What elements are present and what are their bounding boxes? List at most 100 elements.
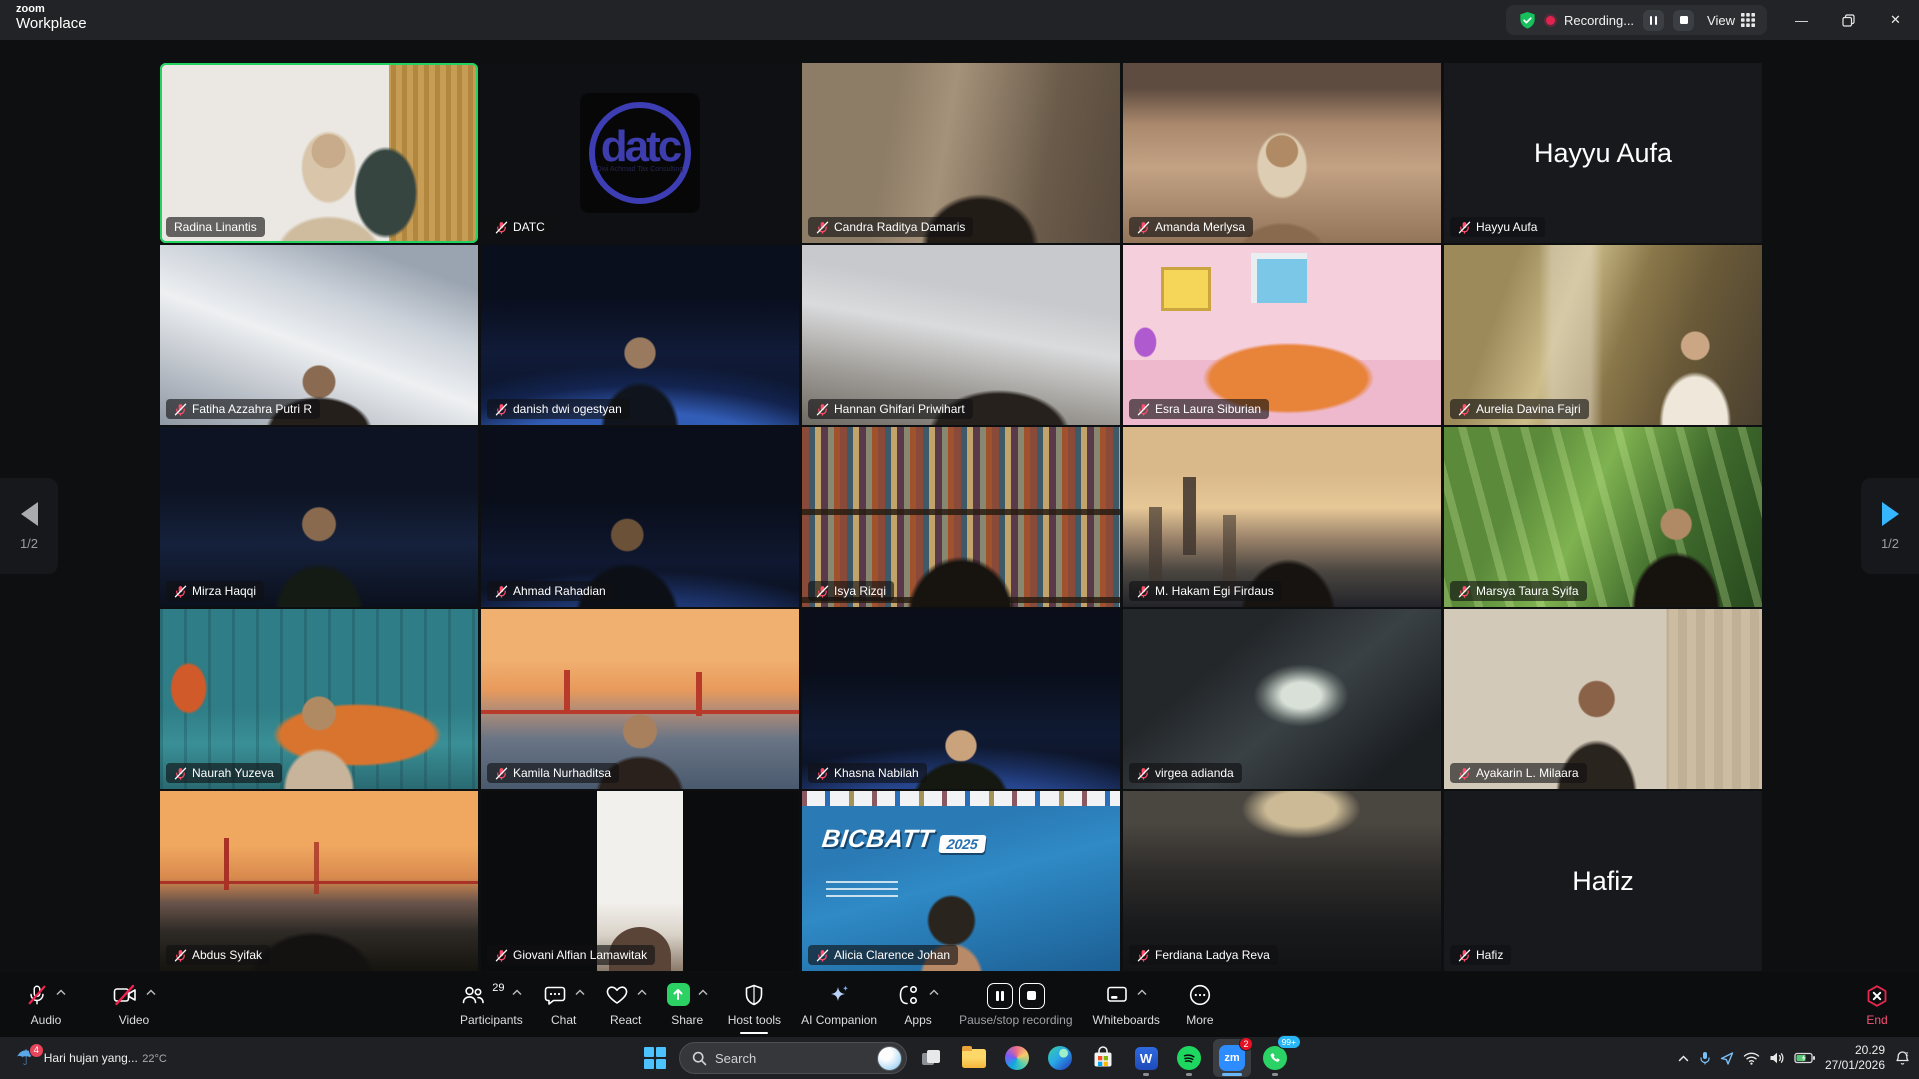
video-tile[interactable]: Hayyu Aufa Hayyu Aufa xyxy=(1444,63,1762,243)
volume-icon[interactable] xyxy=(1769,1051,1785,1065)
pause-recording-button[interactable] xyxy=(1643,10,1664,31)
video-tile[interactable]: Ayakarin L. Milaara xyxy=(1444,609,1762,789)
video-tile[interactable]: Naurah Yuzeva xyxy=(160,609,478,789)
tray-mic-in-use-icon[interactable] xyxy=(1699,1051,1711,1065)
video-tile[interactable]: danish dwi ogestyan xyxy=(481,245,799,425)
react-caret-icon[interactable] xyxy=(637,989,647,996)
zoom-app-button[interactable]: zm 2 xyxy=(1213,1039,1251,1077)
muted-mic-icon xyxy=(816,221,829,234)
poster-badge: 2025 xyxy=(939,835,986,853)
name-tag: Isya Rizqi xyxy=(808,581,894,601)
react-button[interactable]: React xyxy=(597,972,655,1037)
video-tile[interactable]: M. Hakam Egi Firdaus xyxy=(1123,427,1441,607)
wifi-icon[interactable] xyxy=(1743,1051,1760,1065)
video-tile[interactable]: Kamila Nurhaditsa xyxy=(481,609,799,789)
apps-button[interactable]: Apps xyxy=(889,972,947,1037)
whiteboards-caret-icon[interactable] xyxy=(1137,989,1147,996)
video-tile[interactable]: Mirza Haqqi xyxy=(160,427,478,607)
video-tile[interactable]: Amanda Merlysa xyxy=(1123,63,1441,243)
more-label: More xyxy=(1186,1013,1213,1027)
task-view-button[interactable] xyxy=(912,1039,950,1077)
video-tile[interactable]: Hafiz Hafiz xyxy=(1444,791,1762,971)
video-tile[interactable]: Candra Raditya Damaris xyxy=(802,63,1120,243)
stop-recording-button[interactable] xyxy=(1673,10,1694,31)
video-tile[interactable]: Khasna Nabilah xyxy=(802,609,1120,789)
name-tag: Giovani Alfian Lamawitak xyxy=(487,945,655,965)
video-options-caret-icon[interactable] xyxy=(146,989,156,996)
minimize-button[interactable]: — xyxy=(1778,0,1825,40)
more-button[interactable]: More xyxy=(1172,972,1228,1037)
chat-label: Chat xyxy=(551,1013,576,1027)
video-tile[interactable]: Hannan Ghifari Priwihart xyxy=(802,245,1120,425)
participants-button[interactable]: 29 Participants xyxy=(452,972,531,1037)
restore-button[interactable] xyxy=(1825,0,1872,40)
video-tile[interactable]: datc Dwi Achmad Tax Consulting DATC xyxy=(481,63,799,243)
copilot-icon xyxy=(1005,1046,1029,1070)
tray-chevron-icon[interactable] xyxy=(1677,1052,1690,1065)
notification-bell-icon[interactable]: z xyxy=(1894,1050,1911,1067)
participant-name-label: Ayakarin L. Milaara xyxy=(1476,766,1579,780)
copilot-button[interactable] xyxy=(998,1039,1036,1077)
meeting-toolbar: Audio Video xyxy=(0,972,1919,1037)
muted-mic-icon xyxy=(495,221,508,234)
tray-date: 27/01/2026 xyxy=(1825,1058,1885,1072)
whiteboards-button[interactable]: Whiteboards xyxy=(1085,972,1168,1037)
recording-status-pill: Recording... View xyxy=(1506,5,1767,35)
start-button[interactable] xyxy=(636,1039,674,1077)
next-page-button[interactable]: 1/2 xyxy=(1861,478,1919,574)
host-tools-button[interactable]: Host tools xyxy=(720,972,789,1037)
video-tile[interactable]: Giovani Alfian Lamawitak xyxy=(481,791,799,971)
svg-text:z: z xyxy=(1906,1052,1909,1058)
search-highlight-image[interactable] xyxy=(877,1046,902,1071)
word-button[interactable]: W xyxy=(1127,1039,1165,1077)
close-button[interactable]: ✕ xyxy=(1872,0,1919,40)
microsoft-store-button[interactable] xyxy=(1084,1039,1122,1077)
weather-widget[interactable]: ☂4 Hari hujan yang... 22°C xyxy=(10,1037,173,1079)
participants-caret-icon[interactable] xyxy=(512,989,522,996)
audio-options-caret-icon[interactable] xyxy=(56,989,66,996)
name-tag: Alicia Clarence Johan xyxy=(808,945,958,965)
video-tile[interactable]: Ferdiana Ladya Reva xyxy=(1123,791,1441,971)
video-tile[interactable]: Marsya Taura Syifa xyxy=(1444,427,1762,607)
end-label: End xyxy=(1866,1013,1887,1027)
share-button[interactable]: Share xyxy=(659,972,716,1037)
video-tile[interactable]: Ahmad Rahadian xyxy=(481,427,799,607)
whatsapp-button[interactable]: 99+ xyxy=(1256,1039,1294,1077)
video-tile[interactable]: virgea adianda xyxy=(1123,609,1441,789)
clock[interactable]: 20.29 27/01/2026 xyxy=(1825,1043,1885,1073)
video-tile[interactable]: Isya Rizqi xyxy=(802,427,1120,607)
video-tile[interactable]: Aurelia Davina Fajri xyxy=(1444,245,1762,425)
edge-button[interactable] xyxy=(1041,1039,1079,1077)
name-tag: Amanda Merlysa xyxy=(1129,217,1253,237)
chat-button[interactable]: Chat xyxy=(535,972,593,1037)
file-explorer-button[interactable] xyxy=(955,1039,993,1077)
search-box[interactable]: Search xyxy=(679,1042,907,1074)
edge-icon xyxy=(1048,1046,1072,1070)
zoom-active-indicator xyxy=(1222,1073,1242,1076)
ai-companion-button[interactable]: AI Companion xyxy=(793,972,885,1037)
battery-charging-icon[interactable] xyxy=(1794,1051,1816,1065)
video-tile[interactable]: Esra Laura Siburian xyxy=(1123,245,1441,425)
pause-recording-toolbar-icon[interactable] xyxy=(987,983,1013,1009)
view-label: View xyxy=(1707,13,1735,28)
tray-location-icon[interactable] xyxy=(1720,1051,1734,1065)
participant-name-label: Naurah Yuzeva xyxy=(192,766,274,780)
name-tag: virgea adianda xyxy=(1129,763,1242,783)
name-tag: Candra Raditya Damaris xyxy=(808,217,973,237)
end-meeting-button[interactable]: End xyxy=(1849,972,1905,1037)
video-tile[interactable]: Radina Linantis xyxy=(160,63,478,243)
pause-stop-recording-button[interactable]: Pause/stop recording xyxy=(951,972,1080,1037)
video-button[interactable]: Video xyxy=(104,972,164,1037)
video-tile[interactable]: Fatiha Azzahra Putri R xyxy=(160,245,478,425)
view-button[interactable]: View xyxy=(1707,13,1755,28)
task-view-icon xyxy=(919,1046,943,1070)
video-tile[interactable]: BICBATT 2025 Alicia Clarence Johan xyxy=(802,791,1120,971)
previous-page-button[interactable]: 1/2 xyxy=(0,478,58,574)
chat-caret-icon[interactable] xyxy=(575,989,585,996)
share-caret-icon[interactable] xyxy=(698,989,708,996)
apps-caret-icon[interactable] xyxy=(929,989,939,996)
video-tile[interactable]: Abdus Syifak xyxy=(160,791,478,971)
stop-recording-toolbar-icon[interactable] xyxy=(1019,983,1045,1009)
spotify-button[interactable] xyxy=(1170,1039,1208,1077)
audio-button[interactable]: Audio xyxy=(18,972,74,1037)
